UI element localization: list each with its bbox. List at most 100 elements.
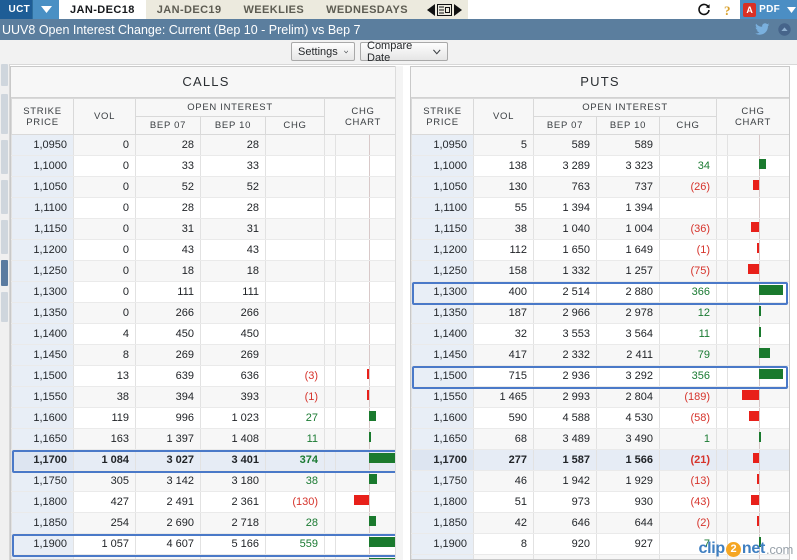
table-row[interactable]: 1,1350 187 2 966 2 978 12 <box>411 302 789 324</box>
col-strike-price[interactable]: STRIKE PRICE <box>11 98 74 135</box>
chart-bar-positive <box>368 516 376 526</box>
table-row[interactable]: 1,1050 0 52 52 <box>11 176 401 198</box>
twitter-icon[interactable] <box>754 21 771 38</box>
col-vol[interactable]: VOL <box>73 98 136 135</box>
clip2net-watermark: clip 2 net .com <box>699 540 794 558</box>
triangle-left-icon[interactable] <box>426 3 435 16</box>
table-row[interactable]: 1,1850 254 2 690 2 718 28 <box>11 512 401 534</box>
triangle-right-icon[interactable] <box>453 3 462 16</box>
table-row[interactable]: 1,1400 4 450 450 <box>11 323 401 345</box>
table-row[interactable]: 1,1650 163 1 397 1 408 11 <box>11 428 401 450</box>
table-row[interactable]: 1,1500 715 2 936 3 292 356 <box>411 365 789 387</box>
compare-date-button[interactable]: Compare Date <box>360 40 448 64</box>
settings-button[interactable]: Settings <box>291 42 355 61</box>
pdf-export-button[interactable]: A PDF <box>740 0 785 19</box>
cell-vol: 119 <box>73 407 136 429</box>
col-bep10[interactable]: BEP 10 <box>596 116 660 135</box>
table-row[interactable]: 1,1200 0 43 43 <box>11 239 401 261</box>
cell-bep07: 1 332 <box>533 260 597 282</box>
col-vol[interactable]: VOL <box>473 98 534 135</box>
product-dropdown-caret-icon[interactable] <box>32 0 59 19</box>
table-row[interactable]: 1,1650 68 3 489 3 490 1 <box>411 428 789 450</box>
table-row[interactable]: 1,1400 32 3 553 3 564 11 <box>411 323 789 345</box>
table-row[interactable]: 1,1250 0 18 18 <box>11 260 401 282</box>
cell-bep10: 1 566 <box>596 449 660 471</box>
table-row[interactable]: 1,1600 119 996 1 023 27 <box>11 407 401 429</box>
table-row[interactable]: 1,1000 0 33 33 <box>11 155 401 177</box>
tab-jan-dec19[interactable]: JAN-DEC19 <box>146 0 233 19</box>
scroll-segment[interactable] <box>1 180 8 214</box>
cell-chart-spacer <box>716 218 729 240</box>
table-row[interactable]: 1,1100 55 1 394 1 394 <box>411 197 789 219</box>
cell-strike-price: 1,1500 <box>411 365 474 387</box>
scroll-thumb-top[interactable] <box>1 64 8 86</box>
calls-panel-scroll-gutter[interactable] <box>395 66 403 560</box>
table-row[interactable]: 1,1150 38 1 040 1 004 (36) <box>411 218 789 240</box>
table-row[interactable]: 1,1200 112 1 650 1 649 (1) <box>411 239 789 261</box>
cell-vol: 254 <box>73 512 136 534</box>
table-row[interactable]: 1,1700 277 1 587 1 566 (21) <box>411 449 789 471</box>
cell-chg-chart <box>335 260 401 282</box>
table-row[interactable]: 1,1300 400 2 514 2 880 366 <box>411 281 789 303</box>
cell-vol: 0 <box>473 554 534 559</box>
chart-bar-negative <box>757 243 760 253</box>
cell-chg-chart <box>727 365 789 387</box>
table-row[interactable]: 1,1250 158 1 332 1 257 (75) <box>411 260 789 282</box>
refresh-icon[interactable] <box>692 0 716 19</box>
left-scrollbar[interactable] <box>0 64 10 560</box>
table-row[interactable]: 1,1350 0 266 266 <box>11 302 401 324</box>
table-row[interactable]: 1,1150 0 31 31 <box>11 218 401 240</box>
table-row[interactable]: 1,1050 130 763 737 (26) <box>411 176 789 198</box>
chevron-up-circle-icon[interactable] <box>776 21 793 38</box>
scroll-segment[interactable] <box>1 94 8 134</box>
tab-strip-spacer <box>467 0 693 19</box>
cell-strike-price: 1,1050 <box>11 176 74 198</box>
table-row[interactable]: 1,1850 42 646 644 (2) <box>411 512 789 534</box>
table-row[interactable]: 1,1800 51 973 930 (43) <box>411 491 789 513</box>
col-chgchart-line1: CHG <box>351 105 375 117</box>
table-row[interactable]: 1,1450 417 2 332 2 411 79 <box>411 344 789 366</box>
tab-wednesdays[interactable]: WEDNESDAYS <box>315 0 419 19</box>
col-bep07[interactable]: BEP 07 <box>533 116 597 135</box>
col-chg[interactable]: CHG <box>658 116 718 135</box>
scroll-segment[interactable] <box>1 220 8 254</box>
col-bep07[interactable]: BEP 07 <box>135 116 201 135</box>
col-chg[interactable]: CHG <box>264 116 326 135</box>
table-row[interactable]: 1,1300 0 111 111 <box>11 281 401 303</box>
table-row[interactable]: 1,1750 305 3 142 3 180 38 <box>11 470 401 492</box>
table-row[interactable]: 1,1500 13 639 636 (3) <box>11 365 401 387</box>
table-row[interactable]: 1,19505062 5692 950381 <box>11 554 401 559</box>
cell-bep10: 3 490 <box>596 428 660 450</box>
help-icon[interactable]: ? <box>716 0 740 19</box>
col-bep10[interactable]: BEP 10 <box>200 116 266 135</box>
col-strike-price[interactable]: STRIKE PRICE <box>411 98 474 135</box>
scroll-segment[interactable] <box>1 292 8 322</box>
table-row[interactable]: 1,1600 590 4 588 4 530 (58) <box>411 407 789 429</box>
pdf-dropdown-caret-icon[interactable] <box>785 0 797 19</box>
table-row[interactable]: 1,1700 1 084 3 027 3 401 374 <box>11 449 401 471</box>
table-row[interactable]: 1,1800 427 2 491 2 361 (130) <box>11 491 401 513</box>
cell-bep07: 4 607 <box>135 533 201 555</box>
table-row[interactable]: 1,1100 0 28 28 <box>11 197 401 219</box>
tab-jan-dec18[interactable]: JAN-DEC18 <box>59 0 146 19</box>
chart-bar-negative <box>367 390 370 400</box>
tab-weeklies[interactable]: WEEKLIES <box>232 0 315 19</box>
scroll-thumb-active[interactable] <box>1 260 8 286</box>
list-view-icon[interactable] <box>436 3 452 16</box>
cell-bep07: 973 <box>533 491 597 513</box>
table-row[interactable]: 1,1550 1 465 2 993 2 804 (189) <box>411 386 789 408</box>
product-tab[interactable]: UCT <box>0 0 32 19</box>
table-row[interactable]: 1,1550 38 394 393 (1) <box>11 386 401 408</box>
cell-chg-chart <box>727 344 789 366</box>
table-row[interactable]: 1,1750 46 1 942 1 929 (13) <box>411 470 789 492</box>
cell-chart-spacer <box>324 533 337 555</box>
col-open-interest: OPEN INTEREST <box>134 98 326 117</box>
cell-bep07: 1 650 <box>533 239 597 261</box>
table-row[interactable]: 1,0950 5 589 589 <box>411 134 789 156</box>
scroll-segment[interactable] <box>1 140 8 174</box>
table-row[interactable]: 1,1000 138 3 289 3 323 34 <box>411 155 789 177</box>
chart-bar-negative <box>757 516 760 526</box>
table-row[interactable]: 1,0950 0 28 28 <box>11 134 401 156</box>
table-row[interactable]: 1,1900 1 057 4 607 5 166 559 <box>11 533 401 555</box>
table-row[interactable]: 1,1450 8 269 269 <box>11 344 401 366</box>
